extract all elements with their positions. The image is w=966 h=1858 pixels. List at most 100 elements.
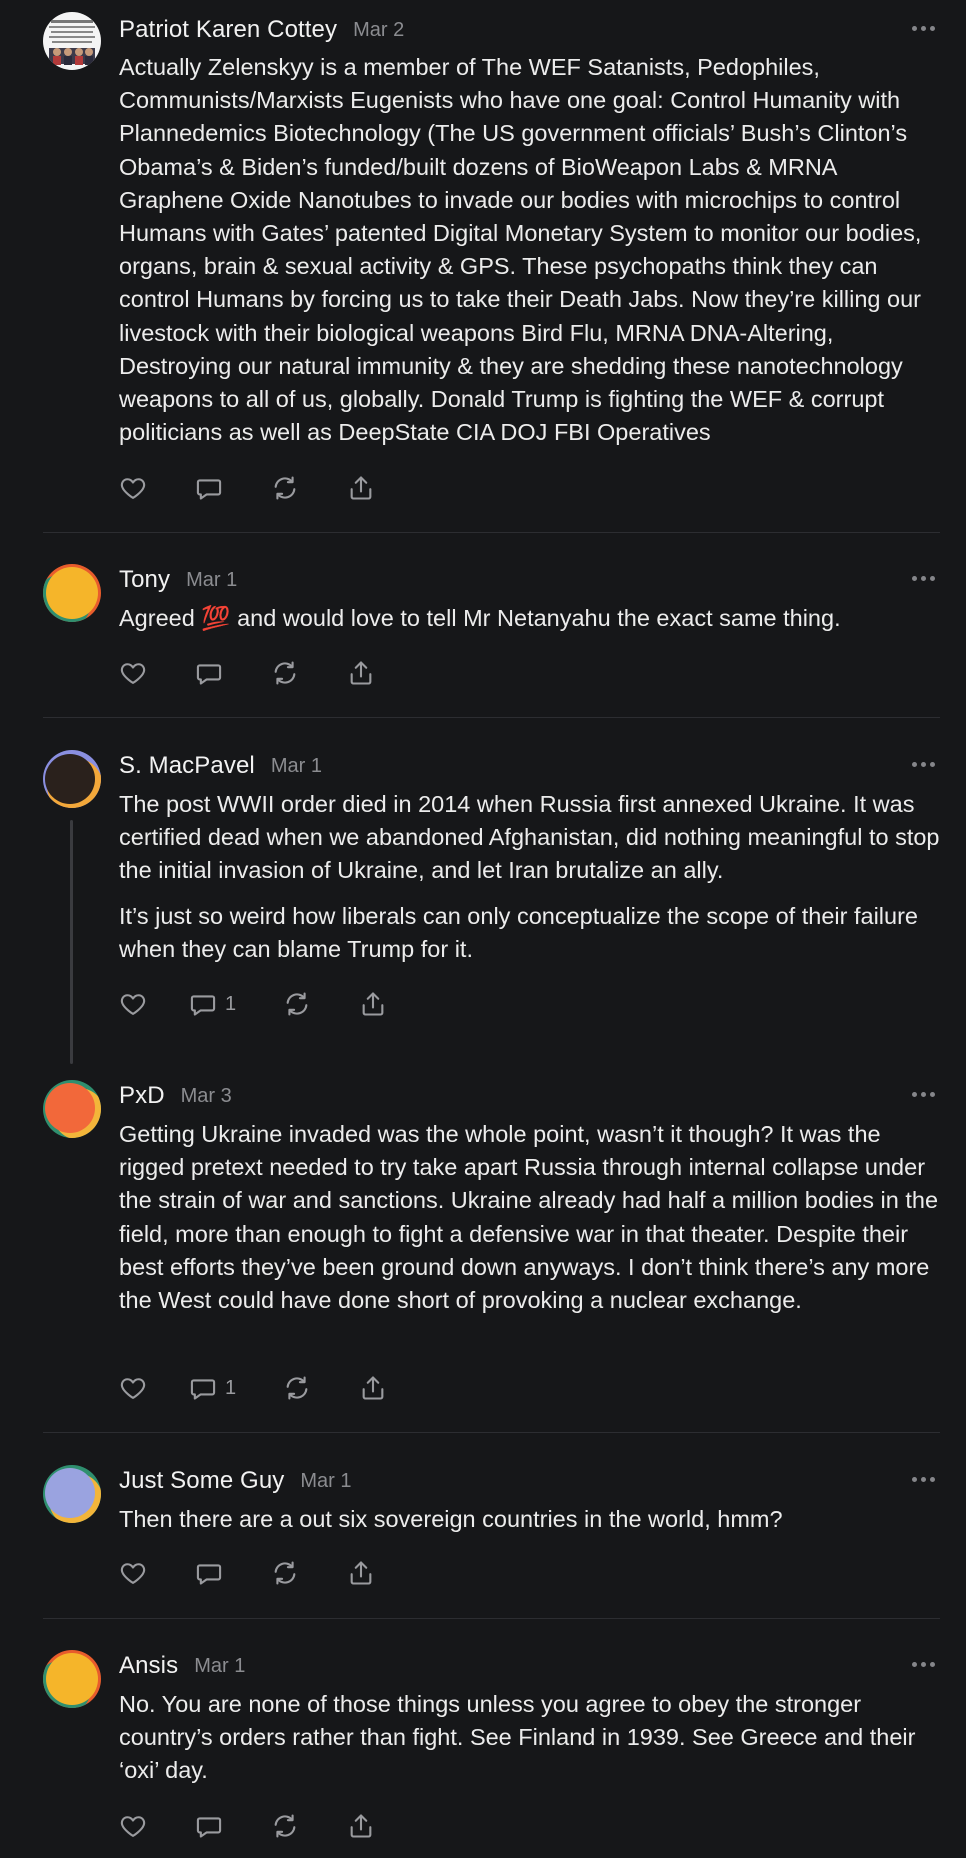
comment-body: Getting Ukraine invaded was the whole po… xyxy=(119,1118,941,1317)
action-bar xyxy=(119,653,423,693)
comment-header: PxD Mar 3 xyxy=(119,1066,232,1126)
comment-body: Then there are a out six sovereign count… xyxy=(119,1503,941,1536)
comment-date[interactable]: Mar 1 xyxy=(194,1655,245,1678)
comment-feed: Patriot Karen Cottey Mar 2 Actually Zele… xyxy=(0,0,966,1858)
comment-bubble-icon xyxy=(196,479,222,500)
comment-header: Just Some Guy Mar 1 xyxy=(119,1451,352,1511)
share-button[interactable] xyxy=(359,1374,435,1402)
more-dots-icon[interactable] xyxy=(908,1652,938,1676)
restack-arrows-icon xyxy=(286,992,308,1016)
like-button[interactable] xyxy=(119,659,195,687)
more-dots-icon[interactable] xyxy=(908,1082,938,1106)
comment-bubble-icon xyxy=(196,1564,222,1585)
heart-icon xyxy=(120,1378,146,1399)
avatar[interactable] xyxy=(43,1650,101,1708)
author-name[interactable]: S. MacPavel xyxy=(119,752,255,780)
reply-button[interactable] xyxy=(195,1559,271,1587)
restack-button[interactable] xyxy=(271,474,347,502)
reply-button[interactable] xyxy=(195,1812,271,1840)
more-dots-icon[interactable] xyxy=(908,566,938,590)
heart-icon xyxy=(120,478,146,499)
comment-paragraph: The post WWII order died in 2014 when Ru… xyxy=(119,791,940,884)
comment-bubble-icon xyxy=(190,995,216,1016)
restack-arrows-icon xyxy=(274,661,296,685)
heart-icon xyxy=(120,663,146,684)
avatar[interactable] xyxy=(43,1080,101,1138)
share-upload-icon xyxy=(350,661,372,685)
comment-date[interactable]: Mar 3 xyxy=(181,1085,232,1108)
avatar[interactable] xyxy=(43,1465,101,1523)
author-name[interactable]: Patriot Karen Cottey xyxy=(119,16,337,44)
comment-body: The post WWII order died in 2014 when Ru… xyxy=(119,788,941,966)
comment-date[interactable]: Mar 1 xyxy=(186,569,237,592)
share-upload-icon xyxy=(350,1561,372,1585)
restack-arrows-icon xyxy=(286,1376,308,1400)
restack-arrows-icon xyxy=(274,1814,296,1838)
heart-icon xyxy=(120,1563,146,1584)
author-name[interactable]: Just Some Guy xyxy=(119,1467,284,1495)
more-dots-icon[interactable] xyxy=(908,752,938,776)
avatar[interactable] xyxy=(43,564,101,622)
comment-paragraph: Then there are a out six sovereign count… xyxy=(119,1506,783,1532)
share-button[interactable] xyxy=(347,1559,423,1587)
reply-button[interactable] xyxy=(195,659,271,687)
action-bar xyxy=(119,1806,423,1846)
reply-button[interactable] xyxy=(195,474,271,502)
comment-paragraph: Agreed 💯 and would love to tell Mr Netan… xyxy=(119,605,841,631)
restack-button[interactable] xyxy=(271,1559,347,1587)
share-upload-icon xyxy=(350,476,372,500)
comment-header: Tony Mar 1 xyxy=(119,550,237,610)
comment-bubble-icon xyxy=(196,664,222,685)
like-button[interactable] xyxy=(119,1812,195,1840)
reply-button[interactable]: 1 xyxy=(189,1374,283,1402)
comment-paragraph: No. You are none of those things unless … xyxy=(119,1691,916,1784)
like-button[interactable] xyxy=(119,990,189,1018)
author-name[interactable]: PxD xyxy=(119,1082,165,1110)
comment-paragraph: Actually Zelenskyy is a member of The WE… xyxy=(119,54,922,446)
reply-button[interactable]: 1 xyxy=(189,990,283,1018)
share-button[interactable] xyxy=(347,474,423,502)
avatar[interactable] xyxy=(43,12,101,70)
author-name[interactable]: Ansis xyxy=(119,1652,178,1680)
comment-body: Actually Zelenskyy is a member of The WE… xyxy=(119,51,941,449)
comment-bubble-icon xyxy=(190,1379,216,1400)
restack-arrows-icon xyxy=(274,1561,296,1585)
comment-paragraph: It’s just so weird how liberals can only… xyxy=(119,902,918,962)
share-button[interactable] xyxy=(359,990,435,1018)
author-name[interactable]: Tony xyxy=(119,566,170,594)
restack-button[interactable] xyxy=(283,990,359,1018)
share-upload-icon xyxy=(362,992,384,1016)
avatar[interactable] xyxy=(43,750,101,808)
heart-icon xyxy=(120,994,146,1015)
comment-paragraph: Getting Ukraine invaded was the whole po… xyxy=(119,1121,939,1314)
action-bar: 1 xyxy=(119,984,435,1024)
restack-button[interactable] xyxy=(271,659,347,687)
comment-header: Ansis Mar 1 xyxy=(119,1636,245,1696)
share-button[interactable] xyxy=(347,1812,423,1840)
action-bar: 1 xyxy=(119,1368,435,1408)
action-bar xyxy=(119,1553,423,1593)
like-button[interactable] xyxy=(119,1374,189,1402)
share-button[interactable] xyxy=(347,659,423,687)
share-upload-icon xyxy=(350,1814,372,1838)
restack-arrows-icon xyxy=(274,476,296,500)
divider xyxy=(43,1432,940,1433)
comment-date[interactable]: Mar 1 xyxy=(271,755,322,778)
divider xyxy=(43,532,940,533)
comment-date[interactable]: Mar 2 xyxy=(353,19,404,42)
heart-icon xyxy=(120,1816,146,1837)
comment-body: Agreed 💯 and would love to tell Mr Netan… xyxy=(119,602,941,635)
comment-body: No. You are none of those things unless … xyxy=(119,1688,941,1788)
comment-date[interactable]: Mar 1 xyxy=(300,1470,351,1493)
reply-count: 1 xyxy=(225,992,237,1015)
share-upload-icon xyxy=(362,1376,384,1400)
like-button[interactable] xyxy=(119,1559,195,1587)
action-bar xyxy=(119,468,423,508)
restack-button[interactable] xyxy=(271,1812,347,1840)
like-button[interactable] xyxy=(119,474,195,502)
more-dots-icon[interactable] xyxy=(908,16,938,40)
restack-button[interactable] xyxy=(283,1374,359,1402)
more-dots-icon[interactable] xyxy=(908,1467,938,1491)
divider xyxy=(43,1618,940,1619)
thread-line xyxy=(70,820,73,1064)
